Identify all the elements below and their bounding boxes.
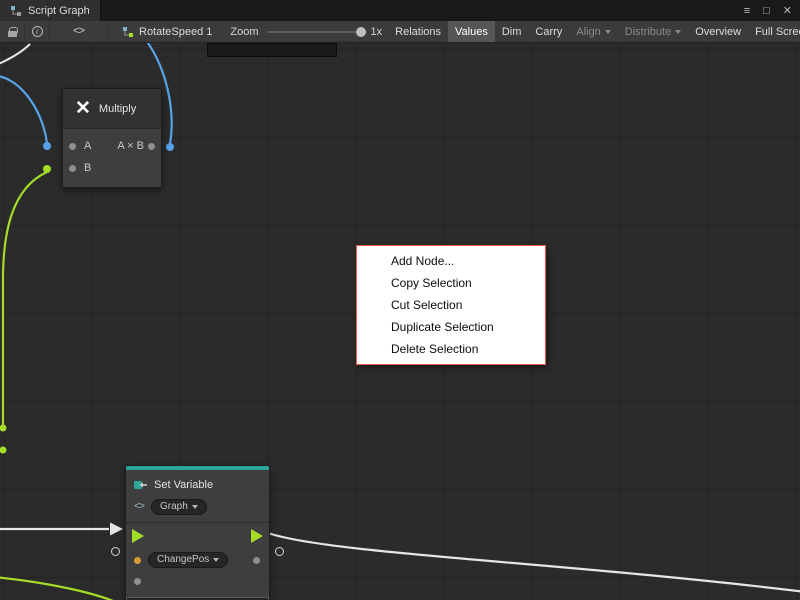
port-result-output[interactable]: [148, 143, 155, 150]
breadcrumb[interactable]: RotateSpeed 1: [122, 26, 212, 38]
node-multiply-header[interactable]: ✕ Multiply: [63, 89, 161, 129]
info-button[interactable]: i: [25, 21, 50, 42]
distribute-label: Distribute: [625, 26, 671, 38]
value-input-row: [126, 572, 269, 592]
node-multiply[interactable]: ✕ Multiply A A × B B: [62, 88, 162, 188]
zoom-slider-knob[interactable]: [356, 27, 366, 37]
value-input-port[interactable]: [134, 578, 141, 585]
node-set-variable[interactable]: Set Variable <> Graph ChangePos: [125, 465, 270, 600]
breadcrumb-label: RotateSpeed 1: [139, 26, 212, 38]
port-output-label: A × B: [117, 140, 144, 152]
node-multiply-body: A A × B B: [63, 129, 161, 187]
variable-name-port[interactable]: [134, 557, 141, 564]
script-graph-window: Script Graph ≡ □ ✕ i <> RotateSpeed 1 Zo…: [0, 0, 800, 600]
value-output-port[interactable]: [253, 557, 260, 564]
script-graph-icon: [10, 5, 22, 17]
lock-button[interactable]: [0, 21, 25, 42]
fullscreen-button[interactable]: Full Screen: [748, 21, 800, 42]
chevron-down-icon: [213, 558, 219, 562]
node-set-variable-header[interactable]: Set Variable <> Graph: [126, 470, 269, 522]
port-a-input[interactable]: [69, 143, 76, 150]
dim-button[interactable]: Dim: [495, 21, 529, 42]
menu-item-copy-selection[interactable]: Copy Selection: [357, 272, 545, 294]
zoom-value: 1x: [371, 26, 383, 38]
align-dropdown[interactable]: Align: [569, 21, 617, 42]
maximize-icon[interactable]: □: [763, 5, 770, 17]
menu-item-duplicate-selection[interactable]: Duplicate Selection: [357, 316, 545, 338]
menu-item-cut-selection[interactable]: Cut Selection: [357, 294, 545, 316]
carry-button[interactable]: Carry: [528, 21, 569, 42]
tab-script-graph[interactable]: Script Graph: [0, 0, 101, 21]
port-a-label: A: [84, 140, 91, 152]
port-ring-right[interactable]: [275, 547, 284, 556]
tab-title: Script Graph: [28, 5, 90, 17]
flow-input-port[interactable]: [132, 529, 144, 543]
port-row-a: A A × B: [63, 135, 161, 157]
graph-toolbar: i <> RotateSpeed 1 Zoom 1x Relations Val…: [0, 21, 800, 43]
context-menu: Add Node... Copy Selection Cut Selection…: [356, 245, 546, 365]
zoom-label: Zoom: [230, 26, 258, 38]
scope-dropdown[interactable]: Graph: [151, 499, 207, 515]
menu-icon[interactable]: ≡: [744, 5, 750, 17]
overview-button[interactable]: Overview: [688, 21, 748, 42]
variable-value: ChangePos: [157, 554, 209, 566]
relations-button[interactable]: Relations: [388, 21, 448, 42]
chevron-down-icon: [605, 30, 611, 34]
distribute-dropdown[interactable]: Distribute: [618, 21, 688, 42]
multiply-icon: ✕: [75, 99, 91, 118]
align-label: Align: [576, 26, 600, 38]
menu-item-delete-selection[interactable]: Delete Selection: [357, 338, 545, 360]
port-b-label: B: [84, 162, 91, 174]
code-view-button[interactable]: <>: [50, 21, 108, 42]
variable-port-row: ChangePos: [126, 548, 269, 572]
window-tab-bar: Script Graph ≡ □ ✕: [0, 0, 800, 21]
lock-icon: [8, 31, 17, 37]
graph-asset-icon: [122, 26, 134, 38]
port-row-b: B: [63, 157, 161, 179]
code-icon: <>: [134, 502, 144, 513]
set-variable-icon: [134, 478, 148, 492]
zoom-slider[interactable]: [267, 31, 367, 33]
close-icon[interactable]: ✕: [783, 4, 792, 17]
scope-value: Graph: [160, 501, 188, 513]
chevron-down-icon: [675, 30, 681, 34]
code-icon: <>: [73, 26, 84, 38]
graph-title-field[interactable]: [207, 43, 337, 57]
port-b-input[interactable]: [69, 165, 76, 172]
node-title: Set Variable: [154, 479, 213, 491]
window-controls: ≡ □ ✕: [744, 0, 792, 21]
node-title: Multiply: [99, 103, 136, 115]
chevron-down-icon: [192, 505, 198, 509]
info-icon: i: [32, 26, 43, 37]
menu-item-add-node[interactable]: Add Node...: [357, 250, 545, 272]
flow-port-row: [126, 522, 269, 548]
variable-dropdown[interactable]: ChangePos: [148, 552, 228, 568]
values-button[interactable]: Values: [448, 21, 495, 42]
flow-output-port[interactable]: [251, 529, 263, 543]
port-ring-left[interactable]: [111, 547, 120, 556]
